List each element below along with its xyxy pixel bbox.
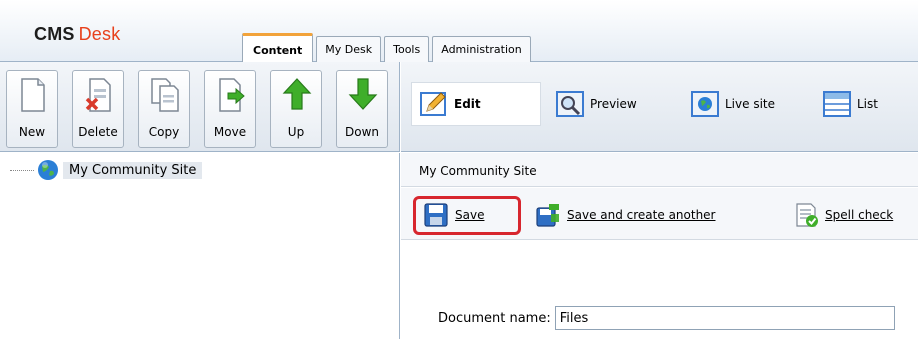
tree-node-label[interactable]: My Community Site (63, 161, 203, 179)
save-and-create-another-label: Save and create another (567, 208, 716, 222)
delete-button-label: Delete (78, 125, 118, 139)
tree-toolbar: New Delete Copy Move Up Down (0, 62, 400, 152)
main-tabs: Content My Desk Tools Administration (242, 33, 534, 62)
content-panel: My Community Site Save Save and create a… (401, 153, 918, 339)
save-and-new-icon (536, 204, 559, 227)
move-button-label: Move (213, 125, 247, 139)
new-document-icon (21, 78, 45, 112)
view-mode-toolbar: Edit Preview Live site List (401, 62, 918, 152)
floppy-disk-icon (424, 203, 448, 227)
tab-content[interactable]: Content (242, 33, 314, 62)
save-and-create-another-button[interactable]: Save and create another (535, 200, 716, 230)
top-header: CMS Desk Content My Desk Tools Administra… (0, 0, 918, 62)
save-button-label: Save (455, 208, 485, 222)
globe-icon (691, 91, 719, 117)
mode-live-site[interactable]: Live site (691, 82, 775, 126)
mode-list-label: List (857, 97, 878, 111)
tree-connector (10, 169, 34, 171)
globe-icon (38, 160, 58, 180)
document-name-row: Document name: (438, 306, 895, 330)
list-icon (823, 91, 851, 117)
save-button[interactable]: Save (423, 200, 484, 230)
document-name-field[interactable] (554, 306, 895, 330)
spell-check-label: Spell check (825, 208, 894, 222)
move-document-icon (219, 78, 245, 112)
tab-my-desk[interactable]: My Desk (316, 36, 382, 62)
action-bar: Save Save and create another Spell check (401, 188, 918, 240)
mode-edit[interactable]: Edit (411, 82, 541, 126)
logo-brand: CMS (34, 24, 75, 44)
move-button[interactable]: Move (204, 70, 256, 148)
new-button-label: New (18, 125, 46, 139)
mode-live-site-label: Live site (725, 97, 775, 111)
up-arrow-icon (282, 78, 312, 110)
spell-check-button[interactable]: Spell check (793, 200, 893, 230)
magnifier-icon (556, 91, 584, 117)
down-button-label: Down (344, 125, 379, 139)
pencil-icon (420, 92, 446, 116)
content-tree: My Community Site (0, 153, 400, 339)
up-button-label: Up (287, 125, 305, 139)
logo-product: Desk (78, 24, 121, 44)
down-button[interactable]: Down (336, 70, 388, 148)
copy-document-icon (151, 78, 179, 112)
new-button[interactable]: New (6, 70, 58, 148)
document-name-label: Document name: (438, 310, 551, 326)
app-logo: CMS Desk (34, 24, 120, 45)
copy-button-label: Copy (148, 125, 180, 139)
down-arrow-icon (348, 78, 378, 110)
up-button[interactable]: Up (270, 70, 322, 148)
tree-node-root[interactable]: My Community Site (10, 159, 203, 181)
breadcrumb: My Community Site (401, 153, 918, 187)
delete-document-icon (85, 78, 111, 112)
tab-administration[interactable]: Administration (432, 36, 531, 62)
mode-preview[interactable]: Preview (556, 82, 637, 126)
copy-button[interactable]: Copy (138, 70, 190, 148)
delete-button[interactable]: Delete (72, 70, 124, 148)
spellcheck-icon (796, 203, 818, 227)
mode-preview-label: Preview (590, 97, 637, 111)
tab-tools[interactable]: Tools (384, 36, 430, 62)
mode-edit-label: Edit (454, 97, 481, 111)
mode-list[interactable]: List (823, 82, 878, 126)
